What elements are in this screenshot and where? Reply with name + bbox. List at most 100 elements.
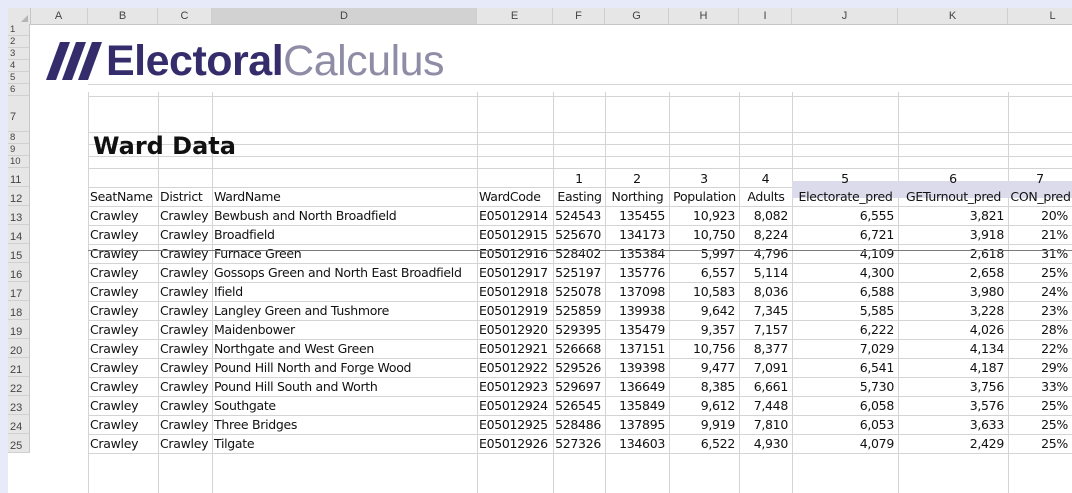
table-cell[interactable]: 139398 (607, 358, 665, 377)
table-cell[interactable]: E05012918 (479, 282, 552, 301)
table-cell[interactable]: 525078 (555, 282, 601, 301)
table-cell[interactable]: 5,997 (671, 244, 736, 263)
column-heading-geturnout-pred[interactable]: GETurnout_pred (900, 187, 1007, 206)
table-cell[interactable]: Crawley (90, 377, 157, 396)
table-cell[interactable]: 4,930 (741, 434, 789, 453)
index-cell[interactable]: 4 (739, 169, 792, 188)
table-cell[interactable]: Pound Hill North and Forge Wood (214, 358, 476, 377)
table-cell[interactable]: 10,583 (671, 282, 735, 301)
table-cell[interactable]: 9,477 (671, 358, 736, 377)
table-cell[interactable]: 6,557 (671, 263, 736, 282)
row-header-1[interactable]: 1 (8, 24, 30, 36)
table-cell[interactable]: 10,756 (671, 339, 735, 358)
table-cell[interactable]: Bewbush and North Broadfield (214, 206, 476, 225)
table-cell[interactable]: 525197 (555, 263, 601, 282)
table-cell[interactable]: E05012921 (479, 339, 552, 358)
table-cell[interactable]: Furnace Green (214, 244, 476, 263)
table-cell[interactable]: 3,228 (900, 301, 1005, 320)
table-cell[interactable]: 9,919 (671, 415, 736, 434)
table-cell[interactable]: 137098 (607, 282, 665, 301)
table-cell[interactable]: Crawley (160, 263, 211, 282)
table-cell[interactable]: Crawley (90, 396, 157, 415)
row-header-6[interactable]: 6 (8, 84, 30, 96)
table-cell[interactable]: 28% (1010, 320, 1068, 339)
table-cell[interactable]: Crawley (90, 301, 157, 320)
select-all-corner[interactable] (8, 8, 31, 24)
row-header-2[interactable]: 2 (8, 36, 30, 48)
row-header-23[interactable]: 23 (8, 396, 30, 415)
row-header-4[interactable]: 4 (8, 60, 30, 72)
table-cell[interactable]: 5,730 (794, 377, 895, 396)
column-heading-electorate-pred[interactable]: Electorate_pred (794, 187, 897, 206)
table-cell[interactable]: E05012922 (479, 358, 552, 377)
column-heading-district[interactable]: District (160, 187, 211, 206)
table-cell[interactable]: E05012914 (479, 206, 552, 225)
table-cell[interactable]: 7,448 (741, 396, 789, 415)
row-header-10[interactable]: 10 (8, 156, 30, 168)
table-cell[interactable]: 3,980 (900, 282, 1005, 301)
table-cell[interactable]: 25% (1010, 396, 1068, 415)
table-cell[interactable]: 135455 (607, 206, 665, 225)
table-cell[interactable]: 3,633 (900, 415, 1005, 434)
table-cell[interactable]: Southgate (214, 396, 476, 415)
table-cell[interactable]: 22% (1010, 339, 1068, 358)
table-cell[interactable]: Crawley (160, 282, 211, 301)
table-cell[interactable]: 4,026 (900, 320, 1005, 339)
index-cell[interactable]: 7 (1008, 169, 1072, 188)
column-header-j[interactable]: J (792, 8, 898, 24)
table-cell[interactable]: 137151 (607, 339, 665, 358)
table-cell[interactable]: 9,357 (671, 320, 736, 339)
table-cell[interactable]: 20% (1010, 206, 1068, 225)
row-header-3[interactable]: 3 (8, 48, 30, 60)
table-cell[interactable]: 3,756 (900, 377, 1005, 396)
table-cell[interactable]: 526545 (555, 396, 601, 415)
table-cell[interactable]: 8,377 (741, 339, 789, 358)
table-cell[interactable]: 6,661 (741, 377, 789, 396)
row-header-12[interactable]: 12 (8, 187, 30, 206)
table-cell[interactable]: Crawley (160, 358, 211, 377)
table-cell[interactable]: 6,588 (794, 282, 895, 301)
row-header-21[interactable]: 21 (8, 358, 30, 377)
column-header-f[interactable]: F (553, 8, 605, 24)
table-cell[interactable]: Crawley (160, 244, 211, 263)
table-cell[interactable]: 8,082 (741, 206, 789, 225)
table-cell[interactable]: 2,618 (900, 244, 1005, 263)
table-cell[interactable]: 526668 (555, 339, 601, 358)
table-cell[interactable]: 23% (1010, 301, 1068, 320)
table-cell[interactable]: Crawley (90, 263, 157, 282)
table-cell[interactable]: 529697 (555, 377, 601, 396)
column-heading-easting[interactable]: Easting (555, 187, 604, 206)
row-header-16[interactable]: 16 (8, 263, 30, 282)
table-cell[interactable]: 6,522 (671, 434, 736, 453)
row-header-25[interactable]: 25 (8, 434, 30, 453)
index-cell[interactable]: 1 (553, 169, 605, 188)
table-cell[interactable]: Crawley (160, 301, 211, 320)
row-header-18[interactable]: 18 (8, 301, 30, 320)
table-cell[interactable]: 134173 (607, 225, 665, 244)
table-cell[interactable]: 9,642 (671, 301, 736, 320)
table-cell[interactable]: 135479 (607, 320, 665, 339)
row-header-14[interactable]: 14 (8, 225, 30, 244)
table-cell[interactable]: 529526 (555, 358, 601, 377)
column-header-c[interactable]: C (158, 8, 212, 24)
table-cell[interactable]: 3,576 (900, 396, 1005, 415)
row-header-8[interactable]: 8 (8, 132, 30, 144)
table-cell[interactable]: 4,300 (794, 263, 895, 282)
table-cell[interactable]: 139938 (607, 301, 665, 320)
table-cell[interactable]: 528486 (555, 415, 601, 434)
row-header-5[interactable]: 5 (8, 72, 30, 84)
table-cell[interactable]: 6,721 (794, 225, 895, 244)
table-cell[interactable]: Crawley (160, 415, 211, 434)
row-header-20[interactable]: 20 (8, 339, 30, 358)
column-header-b[interactable]: B (88, 8, 158, 24)
table-cell[interactable]: Crawley (90, 320, 157, 339)
table-cell[interactable]: E05012926 (479, 434, 552, 453)
table-cell[interactable]: Crawley (90, 244, 157, 263)
table-cell[interactable]: 6,555 (794, 206, 895, 225)
table-cell[interactable]: 4,796 (741, 244, 789, 263)
row-header-15[interactable]: 15 (8, 244, 30, 263)
table-cell[interactable]: 33% (1010, 377, 1068, 396)
table-cell[interactable]: 527326 (555, 434, 601, 453)
table-cell[interactable]: E05012915 (479, 225, 552, 244)
table-cell[interactable]: E05012920 (479, 320, 552, 339)
